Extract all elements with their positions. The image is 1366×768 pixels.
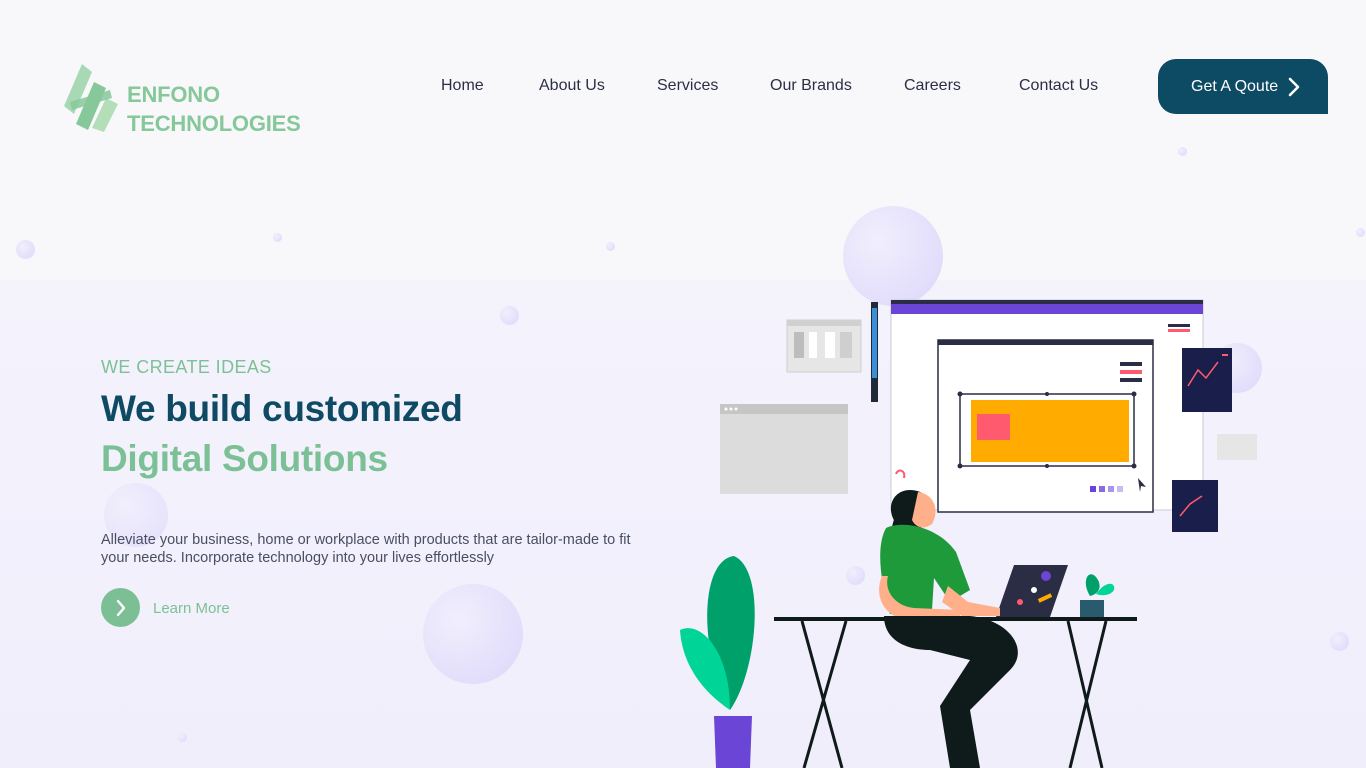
nav-item-services[interactable]: Services (657, 77, 718, 95)
decor-bubble (423, 584, 523, 684)
nav-item-about-us[interactable]: About Us (539, 77, 605, 95)
hero-eyebrow: WE CREATE IDEAS (101, 357, 272, 377)
brand-name-line2: TECHNOLOGIES (127, 111, 301, 136)
decor-bubble (500, 306, 519, 325)
decor-bubble (606, 242, 615, 251)
logo-mark-icon (64, 64, 118, 132)
decor-bubble (1330, 632, 1349, 651)
chart-card-icon (1182, 348, 1232, 412)
mini-window-icon (786, 319, 862, 373)
hero-illustration (680, 299, 1257, 768)
browser-window-icon (720, 404, 848, 494)
small-plant-icon (1080, 574, 1115, 617)
decor-bubble (1178, 147, 1187, 156)
design-canvas-icon (890, 299, 1204, 513)
laptop-icon (996, 565, 1068, 617)
brand-logo[interactable]: ENFONO TECHNOLOGIES (62, 62, 302, 138)
brand-name-line1: ENFONO (127, 82, 220, 107)
small-card-icon (1217, 434, 1257, 460)
decor-bubble (16, 240, 35, 259)
hero-headline-line1: We build customized (101, 388, 463, 429)
learn-more-link[interactable]: Learn More (153, 600, 230, 617)
chevron-right-icon (116, 599, 125, 616)
hero-description: Alleviate your business, home or workpla… (101, 532, 631, 566)
learn-more-button[interactable] (101, 588, 140, 627)
nav-item-our-brands[interactable]: Our Brands (770, 77, 852, 95)
decor-bubble (273, 233, 282, 242)
nav-item-home[interactable]: Home (441, 77, 484, 95)
chart-card-icon (1172, 480, 1218, 532)
decor-bubble (178, 733, 187, 742)
plant-icon (680, 556, 755, 768)
decor-bubble (1356, 228, 1365, 237)
get-a-quote-button[interactable]: Get A Qoute (1158, 59, 1328, 114)
chevron-right-icon (1288, 77, 1300, 96)
hero-headline-line2: Digital Solutions (101, 438, 388, 479)
nav-item-careers[interactable]: Careers (904, 77, 961, 95)
nav-item-contact-us[interactable]: Contact Us (1019, 77, 1098, 95)
cta-label: Get A Qoute (1191, 77, 1279, 95)
